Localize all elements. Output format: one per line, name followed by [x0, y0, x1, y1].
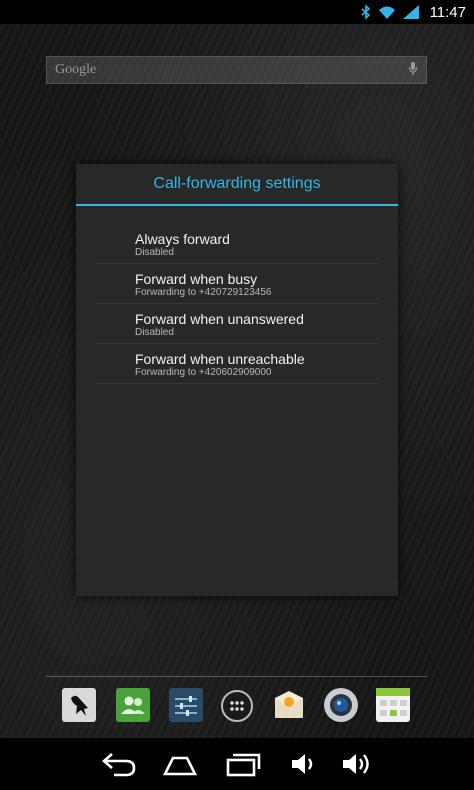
- item-title: Always forward: [135, 231, 230, 247]
- settings-icon[interactable]: [169, 688, 203, 722]
- microphone-icon[interactable]: [408, 61, 418, 80]
- search-label: Google: [55, 62, 97, 77]
- email-icon[interactable]: [272, 688, 306, 722]
- bluetooth-icon: [361, 5, 371, 19]
- item-subtitle: Forwarding to +420729123456: [135, 287, 272, 298]
- list-item-forward-when-unanswered[interactable]: Forward when unanswered Disabled: [96, 304, 378, 344]
- call-forwarding-dialog: Call-forwarding settings Always forward …: [76, 164, 398, 596]
- navigation-bar: [0, 738, 474, 790]
- volume-up-icon[interactable]: [340, 750, 374, 783]
- item-subtitle: Disabled: [135, 327, 174, 338]
- signal-icon: [402, 5, 419, 19]
- item-subtitle: Disabled: [135, 247, 174, 258]
- list-item-forward-when-unreachable[interactable]: Forward when unreachable Forwarding to +…: [96, 344, 378, 384]
- list-item-always-forward[interactable]: Always forward Disabled: [96, 224, 378, 264]
- raven-app-icon[interactable]: [62, 688, 96, 722]
- item-title: Forward when unreachable: [135, 351, 305, 367]
- item-subtitle: Forwarding to +420602909000: [135, 367, 272, 378]
- dock: [62, 688, 414, 728]
- recent-apps-icon[interactable]: [224, 750, 262, 783]
- item-title: Forward when busy: [135, 271, 258, 287]
- clock: 11:47: [429, 3, 466, 21]
- list-item-forward-when-busy[interactable]: Forward when busy Forwarding to +4207291…: [96, 264, 378, 304]
- dock-divider: [46, 676, 428, 677]
- app-drawer-icon[interactable]: [221, 690, 253, 722]
- wifi-icon: [378, 5, 396, 19]
- status-bar: 11:47: [0, 0, 474, 24]
- home-icon[interactable]: [161, 750, 199, 783]
- volume-down-icon[interactable]: [289, 750, 319, 783]
- dialog-title: Call-forwarding settings: [76, 164, 398, 206]
- item-title: Forward when unanswered: [135, 311, 304, 327]
- contacts-icon[interactable]: [116, 688, 150, 722]
- back-icon[interactable]: [100, 750, 138, 783]
- calendar-icon[interactable]: [376, 688, 410, 722]
- google-search-bar[interactable]: Google: [46, 56, 427, 84]
- forwarding-options-list: Always forward Disabled Forward when bus…: [96, 224, 378, 384]
- camera-icon[interactable]: [324, 688, 358, 722]
